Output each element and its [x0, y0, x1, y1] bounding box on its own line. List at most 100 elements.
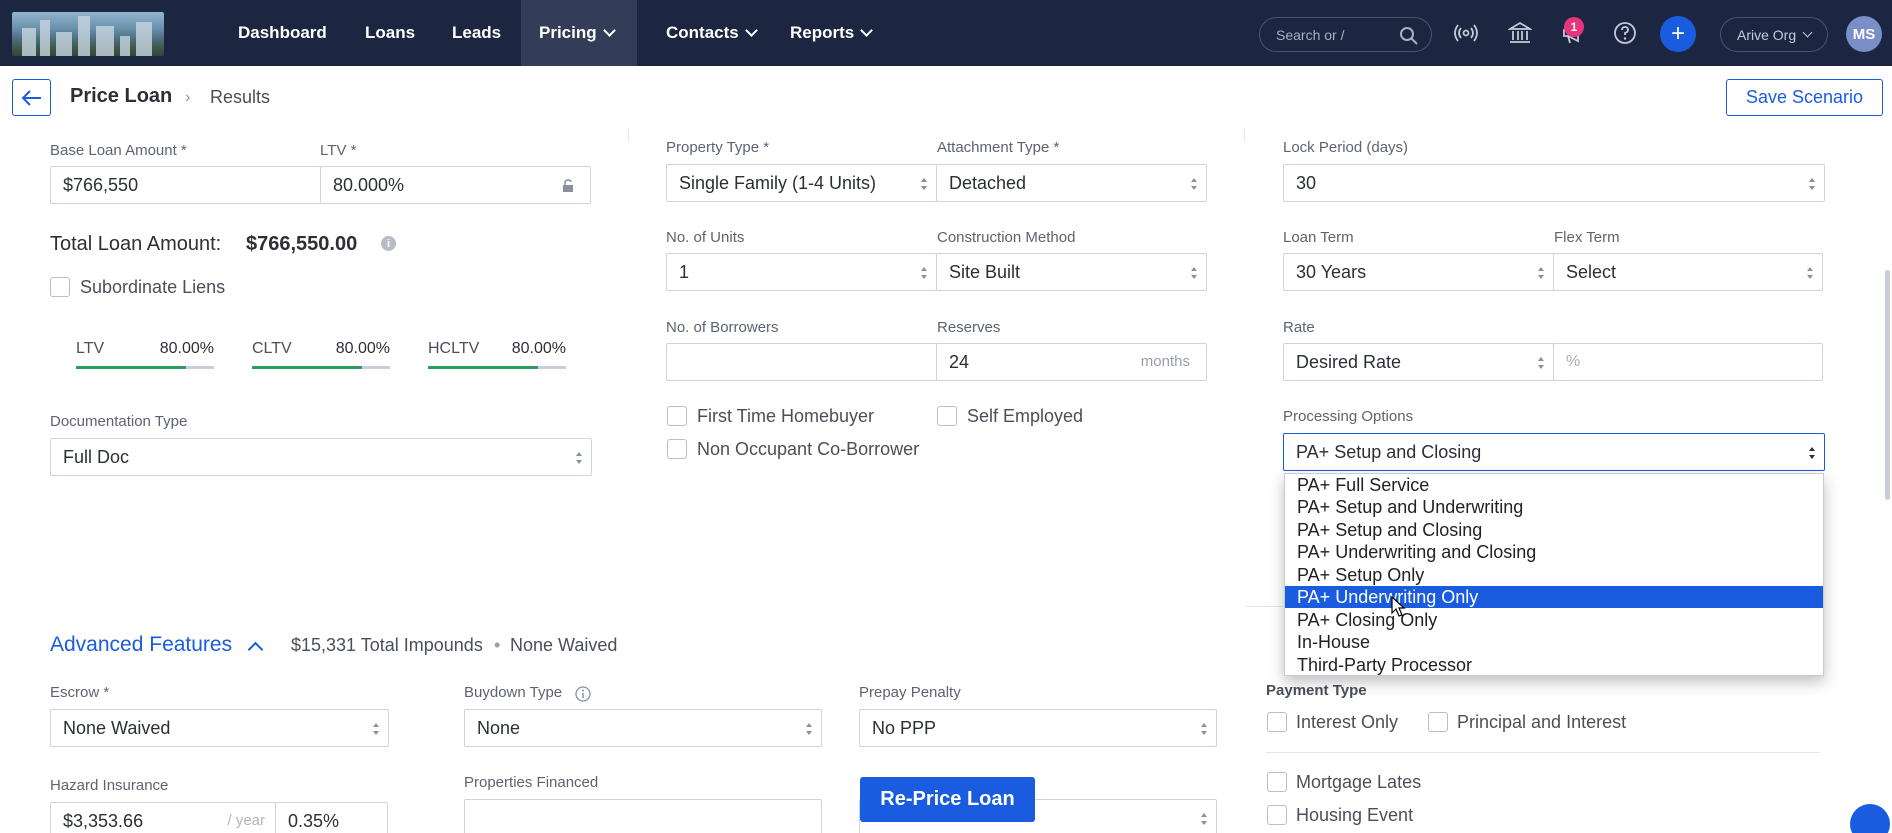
- processing-option[interactable]: PA+ Setup and Closing: [1285, 519, 1823, 541]
- chat-icon[interactable]: [1850, 804, 1890, 833]
- processing-option[interactable]: PA+ Setup and Underwriting: [1285, 496, 1823, 518]
- lock-icon[interactable]: [562, 179, 574, 192]
- processing-option[interactable]: PA+ Closing Only: [1285, 609, 1823, 631]
- company-logo[interactable]: [12, 12, 164, 56]
- nav-reports[interactable]: Reports: [780, 0, 881, 66]
- reserves-input[interactable]: 24 months: [936, 343, 1207, 381]
- section-divider: [1246, 606, 1282, 607]
- notification-badge: 1: [1564, 17, 1584, 37]
- info-icon[interactable]: i: [381, 236, 396, 251]
- processing-option[interactable]: Third-Party Processor: [1285, 654, 1823, 676]
- ratio-value: 80.00%: [335, 340, 390, 357]
- mortgage-lates-checkbox[interactable]: [1267, 772, 1287, 792]
- bank-icon[interactable]: [1507, 20, 1533, 46]
- principal-interest-checkbox[interactable]: [1428, 712, 1448, 732]
- processing-option-highlighted[interactable]: PA+ Underwriting Only: [1285, 586, 1823, 608]
- column-divider: [1244, 128, 1245, 142]
- nav-loans[interactable]: Loans: [345, 0, 435, 66]
- field-value: 1: [679, 261, 690, 282]
- rate-label: Rate: [1283, 319, 1315, 336]
- select-arrows-icon: [1808, 447, 1816, 459]
- org-label: Arive Org: [1737, 26, 1797, 43]
- help-icon[interactable]: [1612, 20, 1638, 46]
- nav-dashboard[interactable]: Dashboard: [216, 0, 349, 66]
- flex-term-select[interactable]: Select: [1553, 253, 1823, 291]
- create-button[interactable]: +: [1660, 16, 1696, 52]
- processing-option[interactable]: PA+ Setup Only: [1285, 564, 1823, 586]
- base-loan-amount-input[interactable]: $766,550: [50, 166, 321, 204]
- buydown-type-label: Buydown Type: [464, 684, 563, 701]
- processing-options-select[interactable]: PA+ Setup and Closing: [1283, 433, 1825, 471]
- org-selector[interactable]: Arive Org: [1720, 17, 1828, 52]
- subordinate-liens-checkbox[interactable]: [50, 277, 70, 297]
- rate-input[interactable]: %: [1553, 343, 1823, 381]
- non-occupant-coborrower-checkbox[interactable]: [667, 439, 687, 459]
- self-employed-label: Self Employed: [967, 406, 1084, 426]
- properties-financed-input[interactable]: [464, 799, 822, 833]
- ltv-label: LTV *: [320, 142, 357, 159]
- advanced-features-toggle[interactable]: Advanced Features: [50, 633, 232, 657]
- breadcrumb-separator: ›: [185, 89, 191, 106]
- hazard-insurance-amount-input[interactable]: $3,353.66 / year: [50, 802, 276, 833]
- select-arrows-icon: [575, 452, 583, 464]
- search-icon: [1400, 27, 1418, 45]
- ltv-input[interactable]: 80.000%: [320, 166, 591, 204]
- user-avatar[interactable]: MS: [1846, 16, 1882, 52]
- hazard-insurance-percent-input[interactable]: 0.35%: [275, 802, 388, 833]
- rate-type-select[interactable]: Desired Rate: [1283, 343, 1554, 381]
- self-employed-checkbox[interactable]: [937, 406, 957, 426]
- loan-term-select[interactable]: 30 Years: [1283, 253, 1554, 291]
- buydown-type-select[interactable]: None: [464, 709, 822, 747]
- ltv-ratio: LTV 80.00%: [76, 340, 214, 370]
- select-arrows-icon: [1200, 723, 1208, 735]
- ratio-fill: [252, 366, 363, 369]
- waived-summary: None Waived: [510, 635, 618, 655]
- save-scenario-button[interactable]: Save Scenario: [1726, 79, 1883, 116]
- reprice-loan-button[interactable]: Re-Price Loan: [860, 777, 1035, 822]
- page-scrollbar[interactable]: [1885, 270, 1890, 500]
- property-type-select[interactable]: Single Family (1-4 Units): [666, 164, 937, 202]
- interest-only-checkbox[interactable]: [1267, 712, 1287, 732]
- section-divider: [1266, 752, 1820, 753]
- nav-contacts[interactable]: Contacts: [656, 0, 766, 66]
- housing-event-checkbox[interactable]: [1267, 805, 1287, 825]
- documentation-type-select[interactable]: Full Doc: [50, 438, 592, 476]
- borrowers-input[interactable]: [666, 343, 937, 381]
- nav-label: Pricing: [539, 23, 597, 42]
- cltv-ratio: CLTV 80.00%: [252, 340, 390, 370]
- select-arrows-icon: [1537, 357, 1545, 369]
- total-loan-amount-value: $766,550.00: [246, 233, 358, 255]
- select-arrows-icon: [1200, 813, 1208, 825]
- lock-period-select[interactable]: 30: [1283, 164, 1825, 202]
- info-icon[interactable]: [575, 686, 591, 702]
- select-arrows-icon: [1806, 267, 1814, 279]
- housing-event-label: Housing Event: [1296, 805, 1414, 825]
- chevron-down-icon: [860, 24, 874, 37]
- processing-option[interactable]: In-House: [1285, 631, 1823, 653]
- chevron-up-icon[interactable]: [247, 641, 264, 658]
- chevron-down-icon: [744, 24, 758, 37]
- global-search[interactable]: Search or /: [1259, 17, 1432, 52]
- first-time-homebuyer-checkbox[interactable]: [667, 406, 687, 426]
- base-loan-amount-label: Base Loan Amount *: [50, 142, 187, 159]
- nav-pricing[interactable]: Pricing: [521, 0, 637, 66]
- construction-method-select[interactable]: Site Built: [936, 253, 1207, 291]
- column-divider: [628, 128, 629, 142]
- back-button[interactable]: [12, 79, 51, 116]
- nav-leads[interactable]: Leads: [432, 0, 521, 66]
- processing-option[interactable]: PA+ Underwriting and Closing: [1285, 541, 1823, 563]
- field-value: Full Doc: [63, 446, 130, 467]
- attachment-type-select[interactable]: Detached: [936, 164, 1207, 202]
- broadcast-icon[interactable]: [1453, 20, 1479, 46]
- non-occupant-coborrower-label: Non Occupant Co-Borrower: [697, 439, 920, 459]
- reserves-unit: months: [1140, 353, 1190, 370]
- prepay-penalty-select[interactable]: No PPP: [859, 709, 1217, 747]
- ratio-label: CLTV: [252, 340, 292, 357]
- units-select[interactable]: 1: [666, 253, 937, 291]
- escrow-select[interactable]: None Waived: [50, 709, 389, 747]
- field-value: None: [477, 717, 521, 738]
- processing-option[interactable]: PA+ Full Service: [1285, 474, 1823, 496]
- mouse-cursor-icon: [1391, 596, 1406, 617]
- ratio-value: 80.00%: [511, 340, 566, 357]
- nav-label: Loans: [365, 23, 416, 42]
